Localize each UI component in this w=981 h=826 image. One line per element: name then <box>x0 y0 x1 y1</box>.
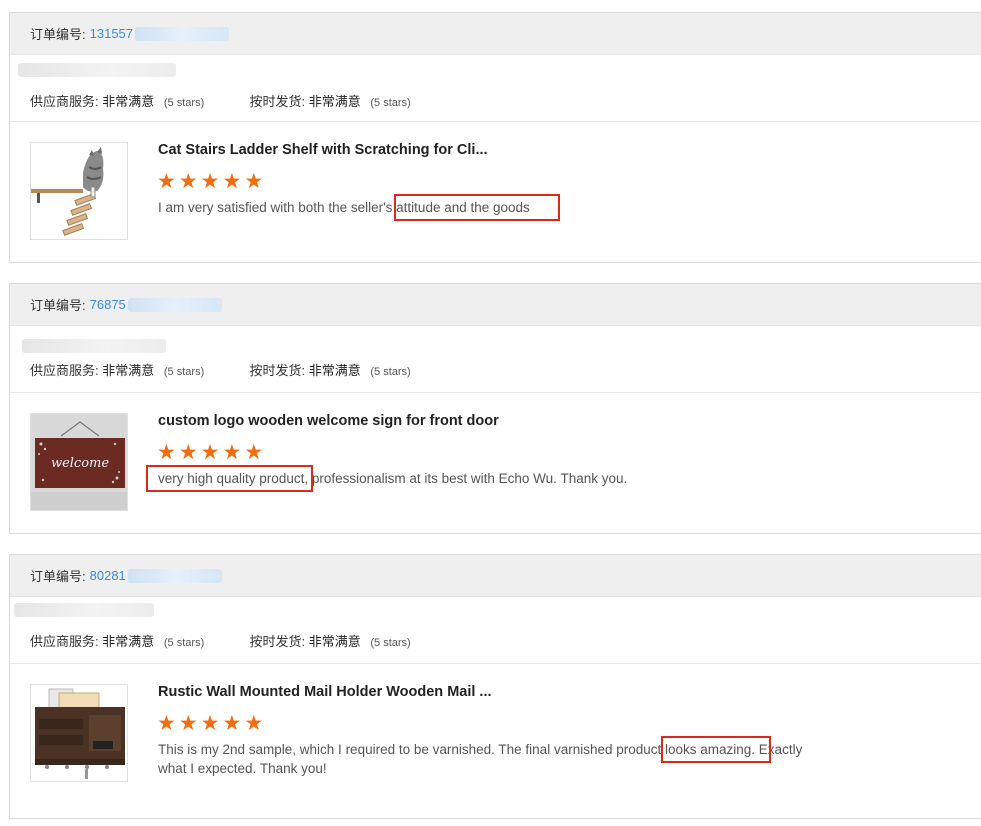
star-icon: ★ <box>157 441 176 464</box>
order-number-label: 订单编号: <box>30 298 86 313</box>
cat-stairs-product-icon <box>31 143 127 239</box>
star-icon: ★ <box>200 712 220 735</box>
on-time-shipping-label: 按时发货: <box>249 634 306 649</box>
order-number-label: 订单编号: <box>30 569 86 584</box>
redacted-buyer-info <box>22 339 166 353</box>
order-number-link[interactable]: 76875 <box>90 297 126 312</box>
star-icon: ★ <box>200 441 220 464</box>
product-thumbnail[interactable]: welcome <box>30 413 128 511</box>
divider <box>10 663 981 664</box>
star-icon: ★ <box>200 170 220 193</box>
star-icon: ★ <box>157 712 176 735</box>
seller-ratings: 供应商服务: 非常满意 (5 stars) 按时发货: 非常满意 (5 star… <box>30 91 411 110</box>
review-card-3: 订单编号: 80281 供应商服务: 非常满意 (5 stars) 按时发货: … <box>9 554 981 819</box>
on-time-shipping-value: 非常满意 <box>308 363 361 378</box>
review-card-2: 订单编号: 76875 供应商服务: 非常满意 (5 stars) 按时发货: … <box>9 283 981 534</box>
divider <box>10 392 981 393</box>
star-icon: ★ <box>178 712 198 735</box>
supplier-service-stars: (5 stars) <box>163 366 205 378</box>
supplier-service-label: 供应商服务: <box>30 634 99 649</box>
highlight-box <box>661 736 771 763</box>
divider <box>10 121 981 122</box>
star-icon: ★ <box>178 441 198 464</box>
mail-holder-product-icon <box>31 685 127 781</box>
star-icon: ★ <box>222 441 242 464</box>
product-star-rating: ★ ★ ★ ★ ★ <box>157 170 264 193</box>
on-time-shipping-stars: (5 stars) <box>370 637 411 649</box>
order-header: 订单编号: 80281 <box>10 555 981 597</box>
star-icon: ★ <box>157 170 176 193</box>
order-header: 订单编号: 131557 <box>10 13 981 55</box>
star-icon: ★ <box>244 441 264 464</box>
star-icon: ★ <box>222 170 242 193</box>
supplier-service-label: 供应商服务: <box>30 94 99 109</box>
on-time-shipping-value: 非常满意 <box>308 94 361 109</box>
product-thumbnail[interactable] <box>30 684 128 782</box>
product-title[interactable]: custom logo wooden welcome sign for fron… <box>158 413 499 429</box>
order-number-label: 订单编号: <box>30 27 86 42</box>
product-title[interactable]: Rustic Wall Mounted Mail Holder Wooden M… <box>158 684 492 700</box>
order-number-link[interactable]: 131557 <box>90 26 133 41</box>
on-time-shipping-label: 按时发货: <box>249 363 306 378</box>
order-header: 订单编号: 76875 <box>10 284 981 326</box>
product-thumbnail[interactable] <box>30 142 128 240</box>
star-icon: ★ <box>244 170 264 193</box>
product-star-rating: ★ ★ ★ ★ ★ <box>157 441 264 464</box>
star-icon: ★ <box>222 712 242 735</box>
redacted-order-number <box>127 297 222 312</box>
supplier-service-stars: (5 stars) <box>163 637 205 649</box>
seller-ratings: 供应商服务: 非常满意 (5 stars) 按时发货: 非常满意 (5 star… <box>30 360 411 379</box>
review-card-1: 订单编号: 131557 供应商服务: 非常满意 (5 stars) 按时发货:… <box>9 12 981 263</box>
redacted-order-number <box>135 26 230 41</box>
highlight-box <box>394 194 560 221</box>
star-icon: ★ <box>178 170 198 193</box>
redacted-order-number <box>127 568 222 583</box>
redacted-buyer-info <box>14 603 154 617</box>
on-time-shipping-label: 按时发货: <box>249 94 306 109</box>
supplier-service-value: 非常满意 <box>102 363 155 378</box>
on-time-shipping-value: 非常满意 <box>308 634 361 649</box>
supplier-service-value: 非常满意 <box>102 634 155 649</box>
product-title[interactable]: Cat Stairs Ladder Shelf with Scratching … <box>158 142 488 158</box>
on-time-shipping-stars: (5 stars) <box>370 97 411 109</box>
star-icon: ★ <box>244 712 264 735</box>
sign-text: welcome <box>51 456 109 471</box>
on-time-shipping-stars: (5 stars) <box>370 366 411 378</box>
supplier-service-value: 非常满意 <box>102 94 155 109</box>
product-star-rating: ★ ★ ★ ★ ★ <box>157 712 264 735</box>
welcome-sign-product-icon: welcome <box>31 414 127 510</box>
highlight-box <box>146 465 313 492</box>
order-number-link[interactable]: 80281 <box>90 568 126 583</box>
supplier-service-label: 供应商服务: <box>30 363 99 378</box>
redacted-buyer-info <box>18 63 176 77</box>
seller-ratings: 供应商服务: 非常满意 (5 stars) 按时发货: 非常满意 (5 star… <box>30 631 411 650</box>
supplier-service-stars: (5 stars) <box>163 97 205 109</box>
